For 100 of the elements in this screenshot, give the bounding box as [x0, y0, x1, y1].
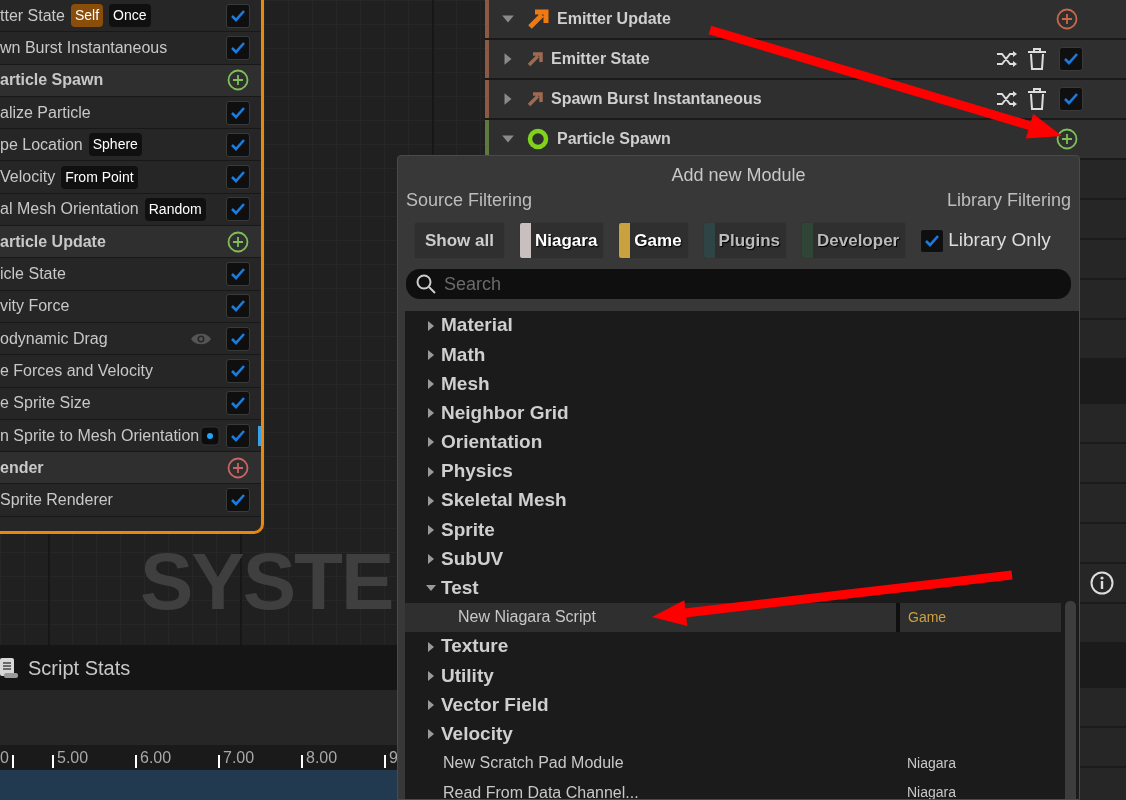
filter-chip[interactable]: Developer — [801, 222, 907, 259]
tree-item[interactable]: Read From Data Channel... Niagara — [405, 778, 1061, 799]
tree-item[interactable]: Mesh — [405, 369, 1079, 399]
tick-label: 7.00 — [223, 748, 255, 768]
filter-chip[interactable]: Plugins — [702, 222, 787, 259]
checkbox[interactable] — [226, 423, 250, 448]
checkbox[interactable] — [226, 358, 250, 383]
checkbox[interactable] — [226, 132, 250, 157]
panel-title: Script Stats — [28, 655, 131, 681]
filter-chip[interactable]: Niagara — [518, 222, 605, 259]
checkbox[interactable] — [226, 262, 250, 286]
checkbox[interactable] — [226, 100, 250, 125]
add-icon[interactable] — [1056, 8, 1078, 30]
module-name: alize Particle — [0, 102, 91, 123]
tree-item[interactable]: Neighbor Grid — [405, 398, 1079, 428]
tree-item[interactable]: Skeletal Mesh — [405, 486, 1079, 516]
shuffle-icon[interactable] — [996, 50, 1018, 68]
check-icon — [230, 299, 246, 314]
checkbox[interactable] — [1059, 47, 1083, 71]
document-icon — [0, 656, 18, 679]
module-name: wn Burst Instantaneous — [0, 37, 168, 58]
stack-row[interactable]: Spawn Burst Instantaneous — [485, 80, 1126, 120]
source-label: Game — [908, 607, 947, 627]
arrow-icon — [527, 51, 543, 67]
check-icon — [1063, 52, 1079, 66]
tick-mark — [135, 755, 137, 768]
tick-label: 8.00 — [306, 748, 338, 768]
checkbox[interactable] — [920, 228, 945, 253]
filter-label: Library Filtering — [946, 190, 1071, 210]
module-name: Sprite Renderer — [0, 490, 113, 511]
section-title: article Spawn — [0, 70, 105, 91]
check-icon — [230, 105, 246, 120]
info-icon[interactable] — [1090, 571, 1114, 595]
tree-item[interactable]: Material — [405, 311, 1079, 341]
arrow-icon — [527, 8, 549, 30]
check-icon — [230, 493, 246, 508]
tree-item[interactable]: New Niagara Script Game — [405, 602, 1061, 633]
filter-label: Source Filtering — [406, 190, 533, 210]
tree-item[interactable]: Math — [405, 340, 1079, 370]
check-icon — [230, 202, 246, 217]
add-icon[interactable] — [1056, 128, 1078, 150]
tree-item[interactable]: Vector Field — [405, 690, 1079, 720]
tree-item[interactable]: Utility — [405, 661, 1079, 691]
check-icon — [230, 396, 246, 411]
filter-chip[interactable]: Show all — [414, 222, 505, 259]
tick-mark — [301, 755, 303, 768]
tree-item[interactable]: SubUV — [405, 544, 1079, 574]
shuffle-icon[interactable] — [996, 90, 1018, 108]
module-tag: Once — [109, 4, 151, 28]
check-icon — [230, 8, 246, 23]
stack-row-label: Emitter State — [551, 49, 651, 69]
checkbox[interactable] — [226, 488, 250, 513]
filter-chip[interactable]: Game — [618, 222, 689, 259]
tree-item[interactable]: New Scratch Pad Module Niagara — [405, 748, 1061, 778]
tick-label: 0 — [0, 748, 9, 768]
tick-mark — [218, 755, 220, 768]
search-field[interactable]: Search — [406, 269, 1071, 299]
stack-row[interactable]: Emitter State — [485, 40, 1126, 80]
tick-label: 9 — [389, 748, 398, 768]
tree-item[interactable]: Texture — [405, 632, 1079, 662]
checkbox[interactable] — [226, 391, 250, 416]
section-title: article Update — [0, 231, 107, 252]
module-name: odynamic Drag — [0, 328, 108, 349]
module-name: al Mesh Orientation — [0, 199, 139, 220]
check-icon — [924, 233, 941, 248]
check-icon — [1063, 92, 1079, 106]
check-icon — [230, 137, 246, 152]
source-label: Niagara — [907, 753, 957, 773]
trash-icon[interactable] — [1027, 48, 1047, 70]
checkbox[interactable] — [226, 3, 250, 28]
checkbox[interactable] — [226, 294, 250, 319]
module-name: icle State — [0, 264, 66, 284]
checkbox[interactable] — [226, 197, 250, 222]
tick-label: 6.00 — [140, 748, 172, 768]
module-name: tter State — [0, 5, 65, 26]
stack-row-label: Particle Spawn — [557, 129, 672, 149]
tree-item[interactable]: Test — [405, 573, 1079, 603]
tree-item[interactable]: Sprite — [405, 515, 1079, 545]
module-tag: Sphere — [88, 133, 142, 157]
module-name: e Sprite Size — [0, 393, 91, 414]
add-icon[interactable] — [227, 230, 249, 253]
trash-icon[interactable] — [1027, 88, 1047, 110]
stack-row[interactable]: Emitter Update — [485, 0, 1126, 40]
checkbox[interactable] — [1059, 87, 1083, 111]
checkbox[interactable] — [226, 326, 250, 351]
add-icon[interactable] — [227, 69, 249, 92]
add-icon[interactable] — [227, 456, 249, 479]
module-name: vity Force — [0, 296, 70, 317]
tree-item[interactable]: Physics — [405, 456, 1079, 487]
tree-item[interactable]: Orientation — [405, 427, 1079, 457]
checkbox[interactable] — [226, 35, 250, 60]
search-icon — [416, 274, 436, 294]
tree-item[interactable]: Velocity — [405, 719, 1079, 749]
checkbox-label: Library Only — [948, 228, 1051, 253]
checkbox[interactable] — [226, 165, 250, 190]
module-tag: Self — [70, 4, 104, 28]
module-name: e Forces and Velocity — [0, 360, 153, 381]
check-icon — [230, 40, 246, 55]
tick-mark — [52, 755, 54, 768]
module-name: n Sprite to Mesh Orientation — [0, 425, 200, 446]
